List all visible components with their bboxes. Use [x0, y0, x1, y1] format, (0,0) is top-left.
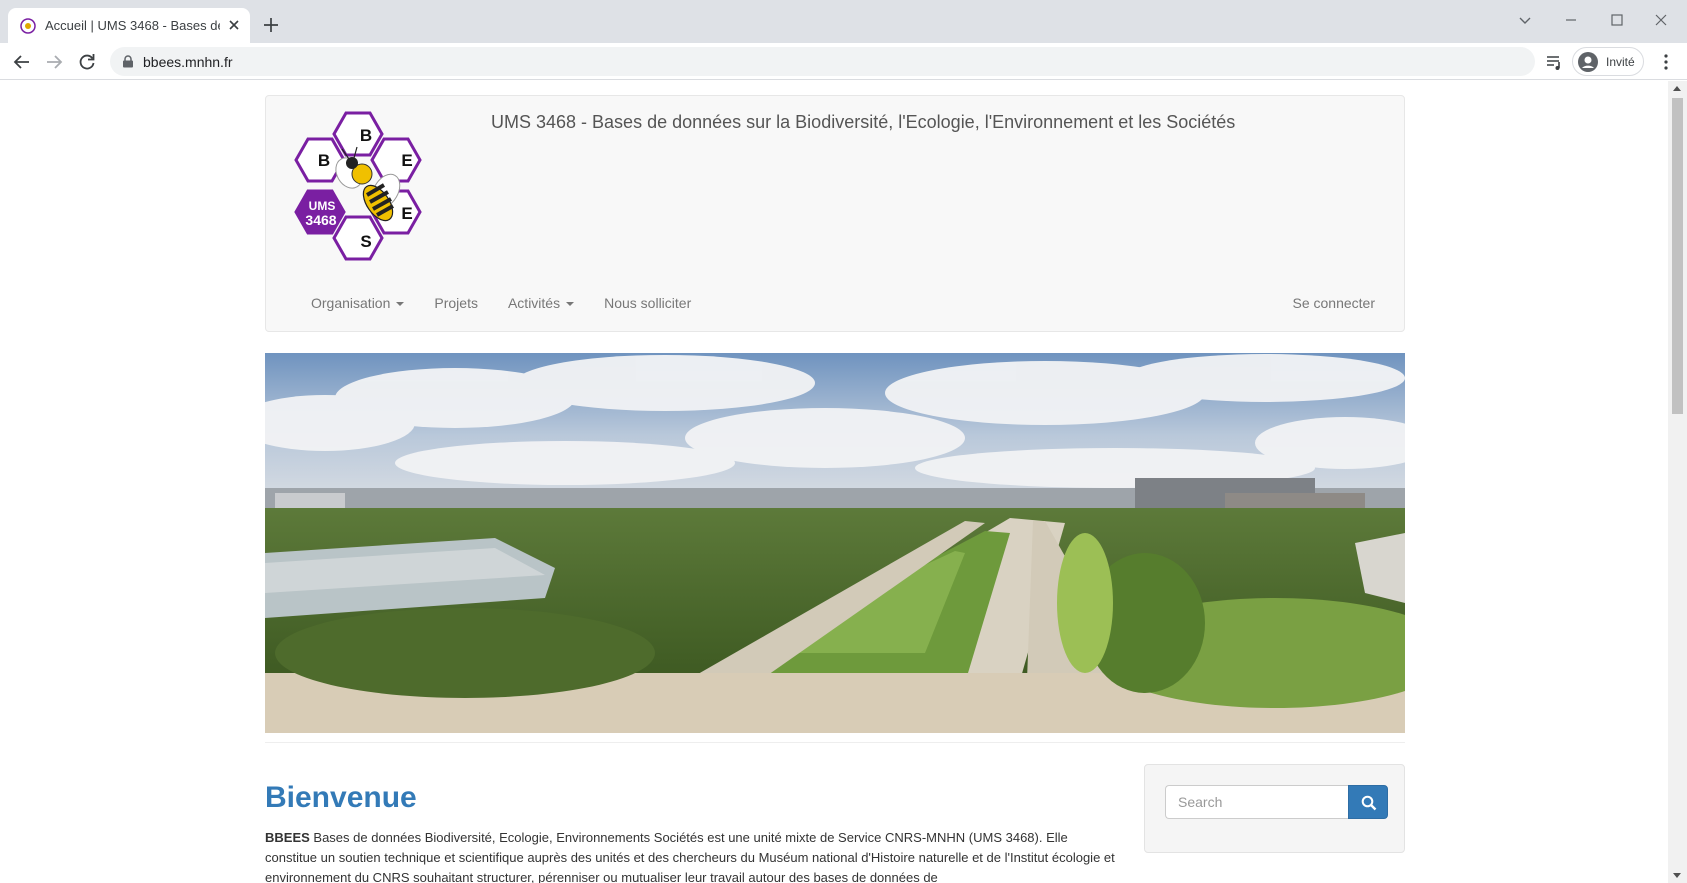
logo-letter-b2: B: [318, 151, 330, 170]
search-icon: [1361, 795, 1377, 811]
media-queue-icon[interactable]: [1544, 51, 1566, 73]
logo-badge-ums: UMS: [309, 199, 336, 213]
logo-letter-b1: B: [360, 126, 372, 145]
nav-item-activites[interactable]: Activités: [507, 295, 575, 317]
nav-item-label: Projets: [434, 295, 478, 311]
tab-search-icon[interactable]: [1511, 6, 1539, 34]
site-title: UMS 3468 - Bases de données sur la Biodi…: [491, 112, 1236, 132]
caret-down-icon: [396, 302, 405, 307]
nav-item-label: Organisation: [311, 295, 391, 311]
back-icon[interactable]: [11, 51, 33, 73]
search-input[interactable]: [1165, 785, 1348, 819]
browser-toolbar: bbees.mnhn.fr Invité: [0, 43, 1687, 80]
profile-name: Invité: [1606, 55, 1635, 69]
lock-icon: [123, 55, 133, 68]
nav-item-label: Nous solliciter: [604, 295, 692, 311]
search-widget: [1144, 764, 1405, 853]
nav-item-projets[interactable]: Projets: [434, 295, 478, 317]
tab-title: Accueil | UMS 3468 - Bases de do: [45, 18, 220, 33]
nav-item-nous-solliciter[interactable]: Nous solliciter: [604, 295, 691, 317]
main-navigation: Organisation Projets Activités Nous soll…: [311, 295, 721, 317]
browser-tabstrip: Accueil | UMS 3468 - Bases de do: [0, 0, 1687, 43]
maximize-icon[interactable]: [1603, 6, 1631, 34]
logo-letter-e2: E: [401, 204, 412, 223]
nav-item-organisation[interactable]: Organisation: [311, 295, 405, 317]
scroll-thumb[interactable]: [1672, 98, 1683, 414]
address-bar[interactable]: bbees.mnhn.fr: [110, 47, 1535, 76]
browser-menu-icon[interactable]: [1655, 51, 1677, 73]
intro-strong: BBEES: [265, 830, 310, 845]
intro-paragraph: BBEES Bases de données Biodiversité, Eco…: [265, 828, 1115, 883]
logo-badge-number: 3468: [305, 212, 336, 228]
reload-icon[interactable]: [76, 51, 98, 73]
site-header: B B E E S UMS 3468 UMS 3468 - Bases de d…: [265, 95, 1405, 332]
close-tab-icon[interactable]: [226, 17, 242, 33]
scroll-down-icon[interactable]: [1673, 873, 1681, 878]
welcome-heading: Bienvenue: [265, 781, 417, 814]
browser-tab[interactable]: Accueil | UMS 3468 - Bases de do: [8, 8, 250, 43]
intro-text: Bases de données Biodiversité, Ecologie,…: [265, 830, 1115, 883]
close-window-icon[interactable]: [1647, 6, 1675, 34]
page-viewport: B B E E S UMS 3468 UMS 3468 - Bases de d…: [0, 81, 1668, 883]
hero-garden-photo: [265, 353, 1405, 733]
scroll-up-icon[interactable]: [1673, 86, 1681, 91]
profile-button[interactable]: Invité: [1572, 47, 1644, 76]
url-text: bbees.mnhn.fr: [143, 54, 233, 70]
new-tab-icon[interactable]: [262, 16, 280, 34]
search-button[interactable]: [1348, 785, 1388, 819]
profile-avatar-icon: [1578, 52, 1598, 72]
bbees-logo[interactable]: B B E E S UMS 3468: [294, 109, 446, 269]
section-divider: [265, 742, 1405, 743]
login-link[interactable]: Se connecter: [1293, 295, 1376, 311]
page-scrollbar[interactable]: [1668, 81, 1687, 883]
site-favicon-icon: [20, 18, 36, 34]
nav-item-label: Activités: [507, 295, 561, 311]
logo-letter-e1: E: [401, 151, 412, 170]
logo-letter-s: S: [360, 232, 371, 251]
caret-down-icon: [566, 302, 575, 307]
forward-icon[interactable]: [43, 51, 65, 73]
minimize-icon[interactable]: [1557, 6, 1585, 34]
